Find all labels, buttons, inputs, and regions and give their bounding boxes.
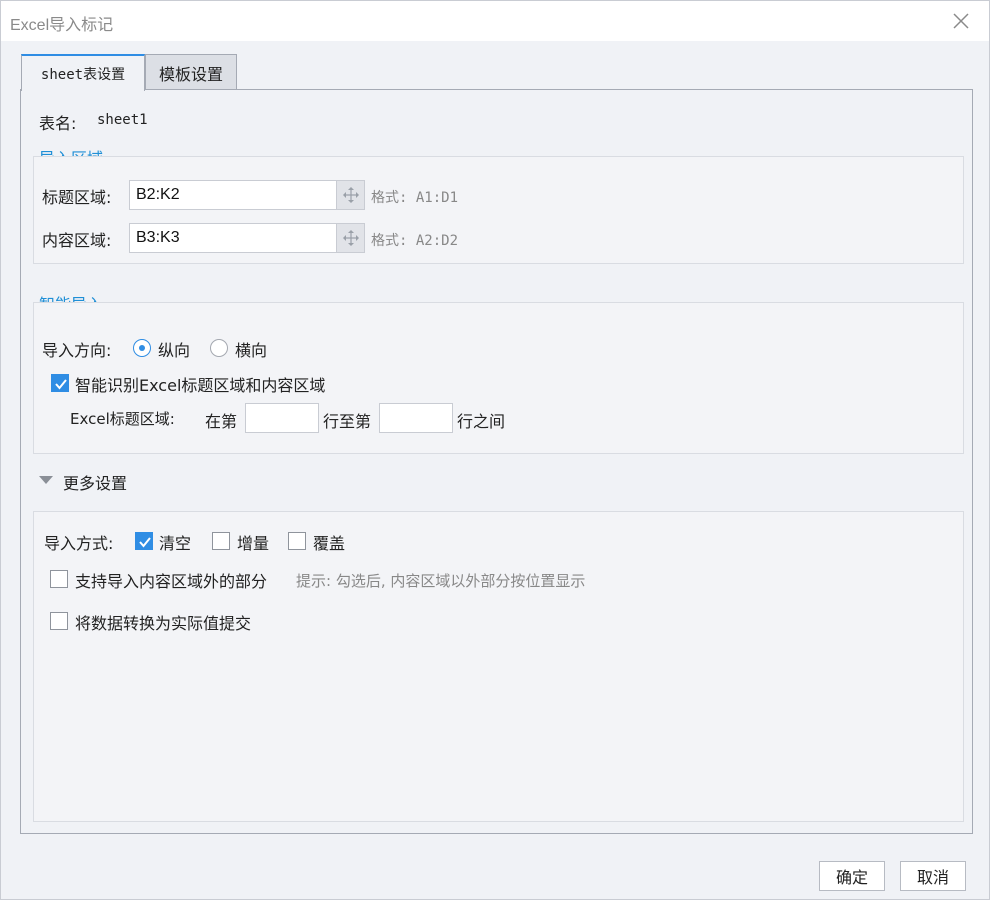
convert-value-label: 将数据转换为实际值提交 — [75, 614, 252, 633]
header-area-input[interactable] — [129, 180, 337, 210]
cancel-button[interactable]: 取消 — [900, 861, 966, 891]
content-area-picker-button[interactable] — [337, 223, 365, 253]
header-area-picker-button[interactable] — [337, 180, 365, 210]
tab-sheet-settings[interactable]: sheet表设置 — [21, 54, 145, 91]
content-area-label: 内容区域: — [42, 231, 112, 250]
import-mode-label: 导入方式: — [44, 534, 114, 553]
close-button[interactable] — [951, 11, 971, 31]
auto-detect-checkbox[interactable] — [51, 374, 69, 392]
smart-import-group: 导入方向: 纵向 横向 智能识别Excel标题区域和内容区域 Excel标题区域… — [33, 302, 964, 454]
direction-vertical-label: 纵向 — [158, 341, 191, 360]
import-area-group: 标题区域: 格式: A1:D1 内容区域: 格式: A2:D2 — [33, 156, 964, 264]
direction-horizontal-label: 横向 — [235, 341, 268, 360]
more-settings-group: 导入方式: 清空 增量 覆盖 支持导入内容区域外的部分 提示: 勾选后, 内容区… — [33, 511, 964, 822]
range-to-input[interactable] — [379, 403, 453, 433]
sheet-name-label: 表名: — [39, 114, 77, 133]
dialog-titlebar: Excel导入标记 — [1, 1, 989, 41]
triangle-down-icon — [39, 476, 53, 484]
convert-value-checkbox[interactable] — [50, 612, 68, 630]
excel-import-dialog: Excel导入标记 sheet表设置 模板设置 表名: sheet1 导入区域 … — [0, 0, 990, 900]
header-range-label: Excel标题区域: — [70, 410, 175, 428]
check-icon — [55, 379, 67, 390]
direction-horizontal-radio[interactable] — [210, 339, 228, 357]
range-from-label: 在第 — [205, 412, 238, 431]
range-to-label: 行至第 — [323, 412, 372, 431]
outside-content-hint: 提示: 勾选后, 内容区域以外部分按位置显示 — [296, 572, 586, 590]
outside-content-label: 支持导入内容区域外的部分 — [75, 572, 268, 591]
check-icon — [139, 537, 151, 548]
move-cross-icon — [342, 230, 359, 246]
range-end-label: 行之间 — [457, 412, 506, 431]
range-from-input[interactable] — [245, 403, 319, 433]
content-area-input[interactable] — [129, 223, 337, 253]
header-area-label: 标题区域: — [42, 188, 112, 207]
mode-increment-checkbox[interactable] — [212, 532, 230, 550]
header-area-format-hint: 格式: A1:D1 — [371, 190, 459, 206]
mode-increment-label: 增量 — [237, 534, 270, 553]
tab-template-settings[interactable]: 模板设置 — [145, 54, 237, 90]
sheet-name-value: sheet1 — [97, 112, 148, 128]
mode-overwrite-label: 覆盖 — [313, 534, 346, 553]
dialog-title: Excel导入标记 — [10, 17, 114, 34]
more-settings-toggle[interactable]: 更多设置 — [37, 470, 157, 494]
mode-clear-label: 清空 — [159, 534, 192, 553]
direction-vertical-radio[interactable] — [133, 339, 151, 357]
outside-content-checkbox[interactable] — [50, 570, 68, 588]
close-icon — [953, 13, 969, 29]
move-cross-icon — [342, 187, 359, 203]
more-settings-title: 更多设置 — [63, 474, 128, 493]
content-area-format-hint: 格式: A2:D2 — [371, 233, 459, 249]
direction-label: 导入方向: — [42, 341, 112, 360]
mode-overwrite-checkbox[interactable] — [288, 532, 306, 550]
ok-button[interactable]: 确定 — [819, 861, 885, 891]
auto-detect-label: 智能识别Excel标题区域和内容区域 — [75, 376, 326, 395]
mode-clear-checkbox[interactable] — [135, 532, 153, 550]
sheet-settings-panel: 表名: sheet1 导入区域 标题区域: 格式: A1:D1 内容区域: — [20, 89, 973, 834]
